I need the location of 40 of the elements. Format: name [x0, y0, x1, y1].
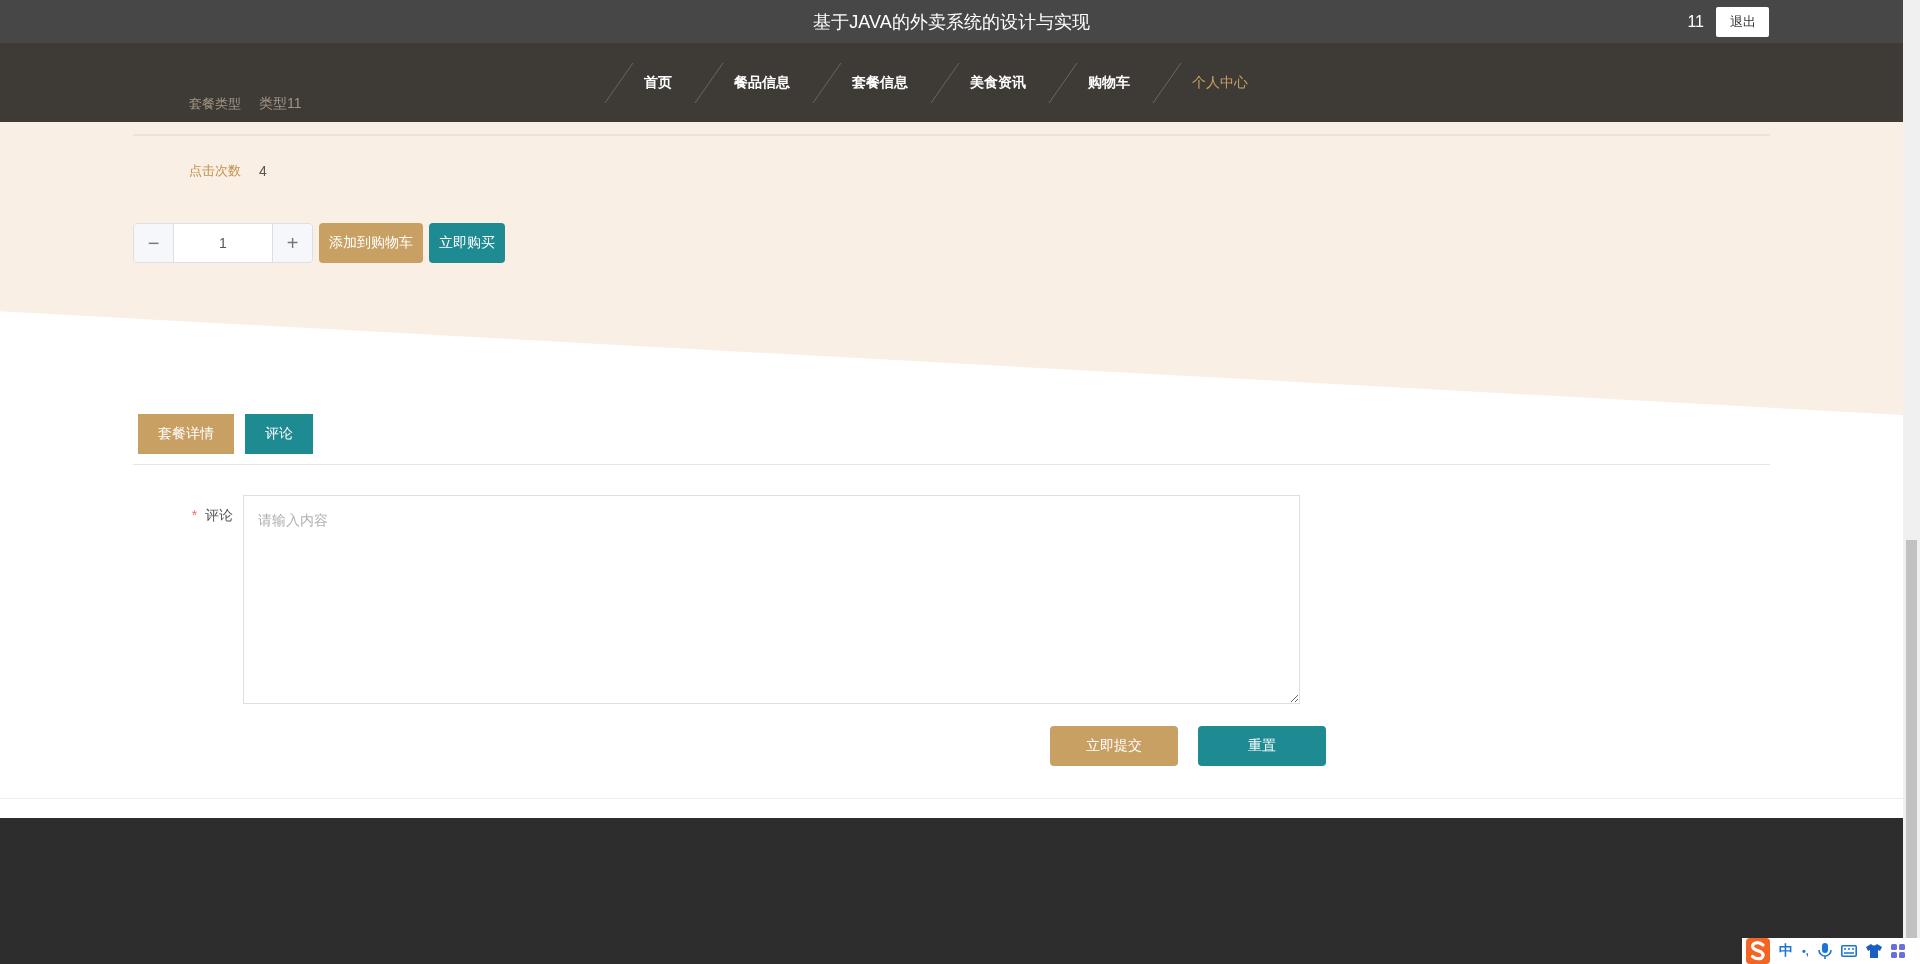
scrollbar[interactable] [1903, 0, 1920, 938]
quantity-stepper[interactable]: − 1 + [133, 223, 313, 263]
detail-label: 套餐类型 [189, 95, 241, 113]
nav-link[interactable]: 套餐信息 [851, 73, 908, 92]
username: 11 [1687, 13, 1704, 31]
comment-label: 评论 [205, 507, 233, 523]
detail-value: 4 [259, 162, 267, 179]
divider-line-icon [1151, 61, 1182, 104]
nav-link[interactable]: 首页 [643, 73, 672, 92]
decrease-button[interactable]: − [134, 224, 173, 262]
punctuation-toggle[interactable]: •, [1802, 945, 1809, 957]
increase-button[interactable]: + [273, 224, 312, 262]
tab[interactable]: 套餐详情 [138, 414, 234, 454]
divider-line-icon [603, 61, 634, 104]
nav-link[interactable]: 美食资讯 [969, 73, 1026, 92]
detail-label: 点击次数 [189, 161, 241, 180]
input-mode-toggle[interactable]: 中 [1779, 942, 1793, 960]
divider-line-icon [693, 61, 724, 104]
add-to-cart-button[interactable]: 添加到购物车 [319, 223, 423, 263]
detail-value: 类型11 [259, 95, 302, 113]
divider-line-icon [1047, 61, 1078, 104]
nav-link[interactable]: 购物车 [1087, 73, 1130, 92]
microphone-icon[interactable] [1817, 943, 1832, 959]
divider-line-icon [929, 61, 960, 104]
required-mark: * [191, 507, 198, 523]
keyboard-icon[interactable] [1840, 945, 1857, 957]
submit-button[interactable]: 立即提交 [1050, 726, 1178, 766]
divider-line-icon [811, 61, 842, 104]
buy-now-button[interactable]: 立即购买 [429, 223, 505, 263]
logout-button[interactable]: 退出 [1716, 7, 1769, 37]
reset-button[interactable]: 重置 [1198, 726, 1326, 766]
site-title: 基于JAVA的外卖系统的设计与实现 [813, 10, 1090, 34]
quantity-field[interactable]: 1 [173, 224, 273, 262]
shirt-icon[interactable] [1865, 944, 1882, 958]
grid-icon[interactable] [1890, 944, 1905, 958]
tab[interactable]: 评论 [245, 414, 313, 454]
ime-logo-icon[interactable] [1746, 938, 1770, 964]
comment-field[interactable]: 请输入内容 [243, 495, 1300, 704]
nav-link[interactable]: 餐品信息 [733, 73, 790, 92]
nav-link[interactable]: 个人中心 [1191, 73, 1248, 92]
